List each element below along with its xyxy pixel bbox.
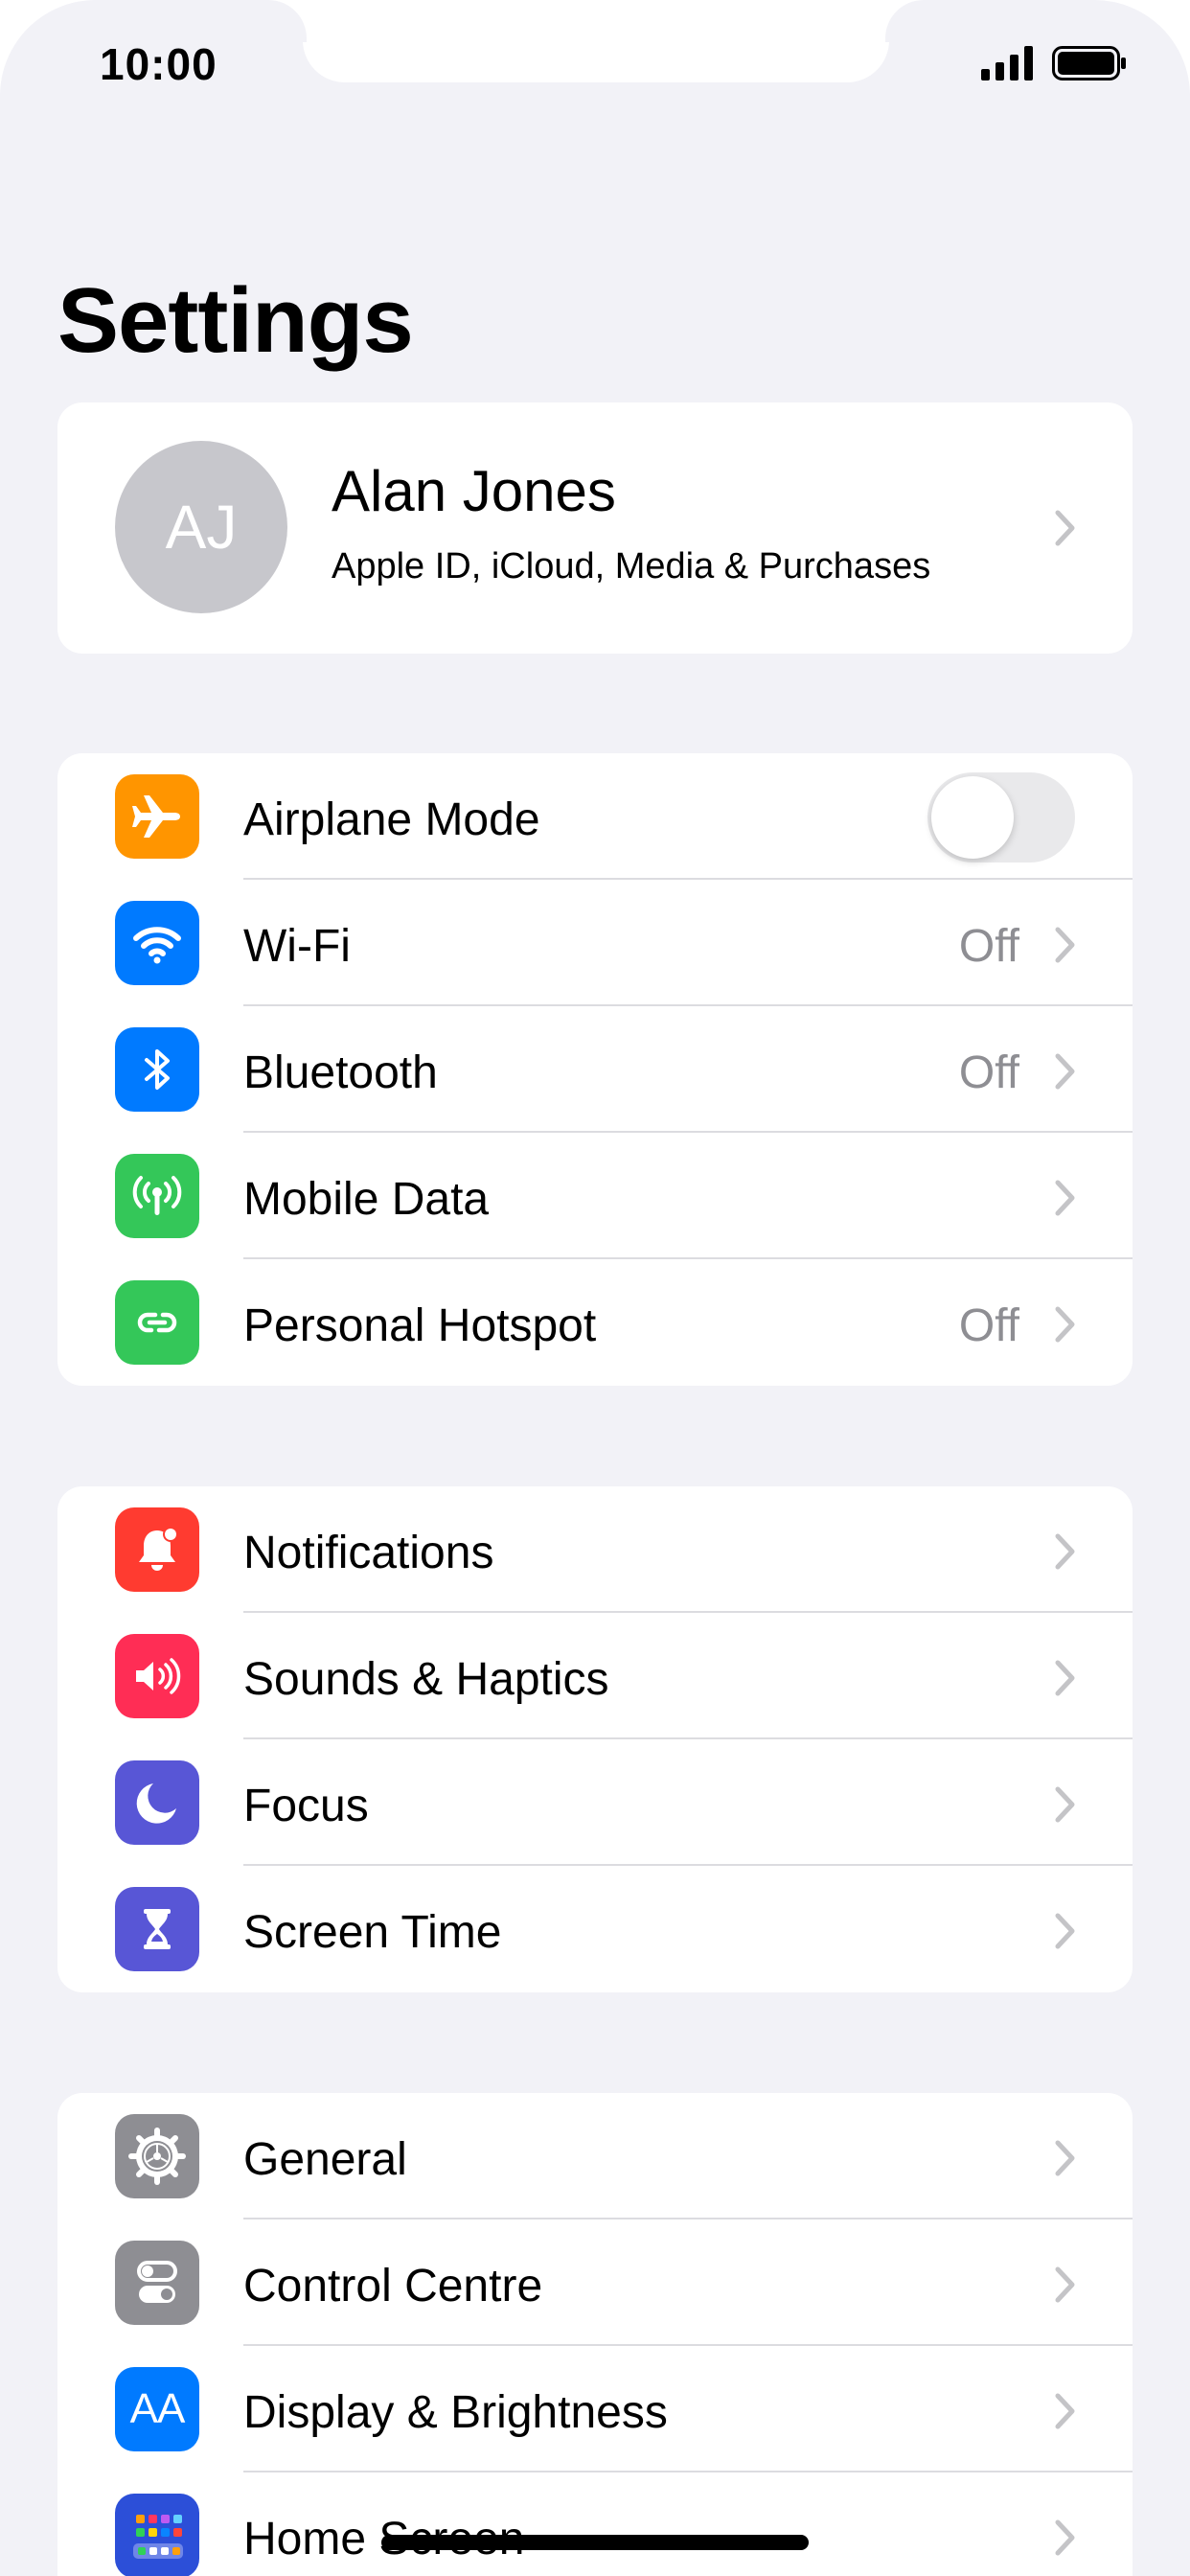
chevron-right-icon <box>1055 1053 1075 1090</box>
row-label: Sounds & Haptics <box>243 1654 609 1705</box>
home-indicator[interactable] <box>381 2535 809 2550</box>
row-label: Bluetooth <box>243 1047 438 1098</box>
row-label: Control Centre <box>243 2261 543 2312</box>
row-general[interactable]: General <box>57 2093 1133 2220</box>
row-label: Personal Hotspot <box>243 1300 597 1351</box>
wifi-icon <box>115 901 199 985</box>
chevron-right-icon <box>1055 1660 1075 1696</box>
row-airplane-mode: Airplane Mode <box>57 753 1133 880</box>
airplane-icon <box>115 774 199 859</box>
row-bluetooth[interactable]: Bluetooth Off <box>57 1006 1133 1133</box>
text-size-glyph: AA <box>129 2385 186 2432</box>
row-sounds-haptics[interactable]: Sounds & Haptics <box>57 1613 1133 1739</box>
signal-icon <box>981 46 1033 80</box>
chevron-right-icon <box>1055 510 1075 546</box>
row-personal-hotspot[interactable]: Personal Hotspot Off <box>57 1259 1133 1386</box>
switches-icon <box>115 2241 199 2325</box>
row-label: Airplane Mode <box>243 794 540 845</box>
chevron-right-icon <box>1055 1533 1075 1570</box>
row-focus[interactable]: Focus <box>57 1739 1133 1866</box>
chevron-right-icon <box>1055 927 1075 963</box>
row-mobile-data[interactable]: Mobile Data <box>57 1133 1133 1259</box>
gear-icon <box>115 2114 199 2198</box>
notch <box>303 0 889 82</box>
row-label: General <box>243 2134 407 2185</box>
status-time: 10:00 <box>100 39 217 89</box>
chevron-right-icon <box>1055 1180 1075 1216</box>
chevron-right-icon <box>1055 1913 1075 1949</box>
toggle-knob <box>931 776 1014 859</box>
moon-icon <box>115 1760 199 1845</box>
profile-subtitle: Apple ID, iCloud, Media & Purchases <box>332 546 931 586</box>
row-value: Off <box>958 1300 1019 1351</box>
bluetooth-icon <box>115 1027 199 1112</box>
page-title: Settings <box>57 269 414 372</box>
row-home-screen[interactable]: Home Screen <box>57 2472 1133 2576</box>
chevron-right-icon <box>1055 1786 1075 1823</box>
row-label: Display & Brightness <box>243 2387 668 2438</box>
battery-icon <box>1052 46 1126 80</box>
chevron-right-icon <box>1055 2393 1075 2429</box>
row-label: Notifications <box>243 1528 494 1578</box>
row-label: Mobile Data <box>243 1174 490 1225</box>
bell-icon <box>115 1507 199 1592</box>
connectivity-group: Airplane Mode Wi-Fi Off Bluetooth Off Mo… <box>57 753 1133 1386</box>
system-group: General Control Centre AA Display & Brig <box>57 2093 1133 2576</box>
home-screen-icon <box>115 2494 199 2576</box>
settings-screen: 10:00 Settings AJ Alan Jones Apple ID, i… <box>0 0 1190 2576</box>
airplane-mode-toggle[interactable] <box>927 772 1075 862</box>
text-size-icon: AA <box>115 2367 199 2451</box>
chevron-right-icon <box>1055 2519 1075 2556</box>
hotspot-icon <box>115 1280 199 1365</box>
row-screen-time[interactable]: Screen Time <box>57 1866 1133 1992</box>
hourglass-icon <box>115 1887 199 1971</box>
notifications-group: Notifications Sounds & Haptics Focus Scr… <box>57 1486 1133 1992</box>
row-label: Focus <box>243 1781 369 1831</box>
chevron-right-icon <box>1055 2266 1075 2303</box>
row-display-brightness[interactable]: AA Display & Brightness <box>57 2346 1133 2472</box>
speaker-icon <box>115 1634 199 1718</box>
row-value: Off <box>958 1047 1019 1098</box>
row-label: Wi-Fi <box>243 921 351 972</box>
row-label: Screen Time <box>243 1907 502 1958</box>
row-notifications[interactable]: Notifications <box>57 1486 1133 1613</box>
profile-name: Alan Jones <box>332 459 616 523</box>
antenna-icon <box>115 1154 199 1238</box>
row-value: Off <box>958 921 1019 972</box>
chevron-right-icon <box>1055 2140 1075 2176</box>
row-control-centre[interactable]: Control Centre <box>57 2220 1133 2346</box>
chevron-right-icon <box>1055 1306 1075 1343</box>
row-wifi[interactable]: Wi-Fi Off <box>57 880 1133 1006</box>
avatar: AJ <box>115 441 287 613</box>
apple-id-profile-row[interactable]: AJ Alan Jones Apple ID, iCloud, Media & … <box>57 402 1133 654</box>
